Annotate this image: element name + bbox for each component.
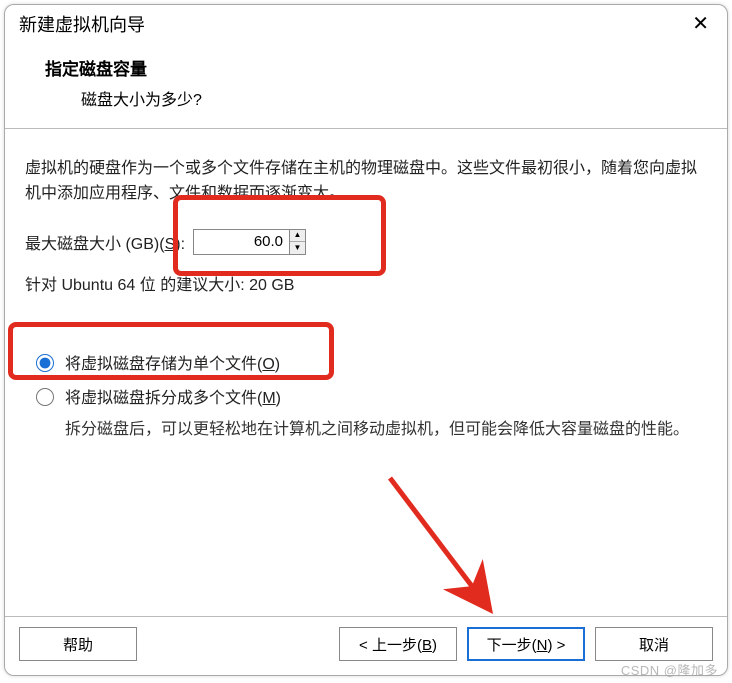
radio-single-file-label: 将虚拟磁盘存储为单个文件(O) bbox=[65, 350, 280, 374]
spinner-down-icon[interactable]: ▼ bbox=[290, 242, 305, 254]
recommended-size: 针对 Ubuntu 64 位 的建议大小: 20 GB bbox=[25, 271, 707, 295]
disk-storage-options: 将虚拟磁盘存储为单个文件(O) 将虚拟磁盘拆分成多个文件(M) 拆分磁盘后，可以… bbox=[31, 350, 707, 443]
spinner-arrows: ▲ ▼ bbox=[289, 230, 305, 254]
wizard-window: 新建虚拟机向导 ✕ 指定磁盘容量 磁盘大小为多少? 虚拟机的硬盘作为一个或多个文… bbox=[4, 4, 728, 676]
help-button[interactable]: 帮助 bbox=[19, 627, 137, 661]
cancel-button[interactable]: 取消 bbox=[595, 627, 713, 661]
spinner-up-icon[interactable]: ▲ bbox=[290, 230, 305, 243]
back-button[interactable]: < 上一步(B) bbox=[339, 627, 457, 661]
radio-split-files-label: 将虚拟磁盘拆分成多个文件(M) bbox=[65, 384, 281, 408]
radio-single-file[interactable]: 将虚拟磁盘存储为单个文件(O) bbox=[31, 350, 707, 374]
radio-single-file-input[interactable] bbox=[36, 354, 54, 372]
wizard-content: 虚拟机的硬盘作为一个或多个文件存储在主机的物理磁盘中。这些文件最初很小，随着您向… bbox=[5, 129, 727, 616]
disk-size-input[interactable] bbox=[194, 230, 289, 254]
watermark: CSDN @隆加多 bbox=[621, 660, 718, 679]
wizard-footer: 帮助 < 上一步(B) 下一步(N) > 取消 bbox=[5, 616, 727, 675]
radio-split-files[interactable]: 将虚拟磁盘拆分成多个文件(M) bbox=[31, 384, 707, 408]
titlebar: 新建虚拟机向导 ✕ bbox=[5, 5, 727, 41]
max-size-label: 最大磁盘大小 (GB)(S): bbox=[25, 230, 185, 254]
window-title: 新建虚拟机向导 bbox=[19, 11, 688, 37]
disk-description: 虚拟机的硬盘作为一个或多个文件存储在主机的物理磁盘中。这些文件最初很小，随着您向… bbox=[25, 157, 707, 207]
next-button[interactable]: 下一步(N) > bbox=[467, 627, 585, 661]
page-heading: 指定磁盘容量 bbox=[45, 55, 707, 80]
close-icon[interactable]: ✕ bbox=[688, 14, 713, 34]
max-size-row: 最大磁盘大小 (GB)(S): ▲ ▼ bbox=[25, 229, 707, 255]
wizard-header: 指定磁盘容量 磁盘大小为多少? bbox=[5, 41, 727, 129]
split-description: 拆分磁盘后，可以更轻松地在计算机之间移动虚拟机，但可能会降低大容量磁盘的性能。 bbox=[65, 418, 707, 443]
disk-size-spinner[interactable]: ▲ ▼ bbox=[193, 229, 306, 255]
page-subheading: 磁盘大小为多少? bbox=[45, 86, 707, 110]
radio-split-files-input[interactable] bbox=[36, 388, 54, 406]
